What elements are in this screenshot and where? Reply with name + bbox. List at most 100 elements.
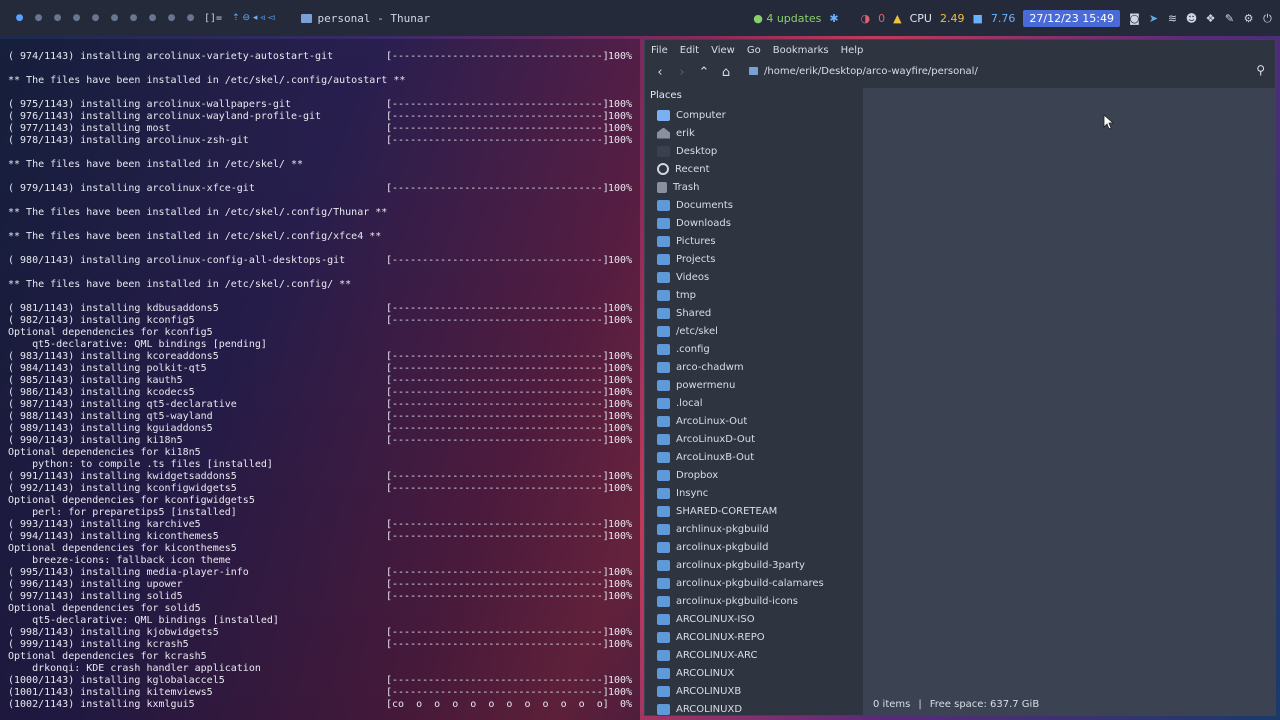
- sidebar-item-shared-coreteam[interactable]: SHARED-CORETEAM: [657, 502, 777, 520]
- sidebar-item-arcolinuxb-out[interactable]: ArcoLinuxB-Out: [657, 448, 754, 466]
- progress-bar: [-----------------------------------]: [386, 123, 609, 134]
- sidebar-item-arcolinuxd[interactable]: ARCOLINUXD: [657, 700, 742, 715]
- sidebar-item-arco-chadwm[interactable]: arco-chadwm: [657, 358, 744, 376]
- progress-percent: 100%: [608, 51, 633, 62]
- sidebar-item-desktop[interactable]: Desktop: [657, 142, 717, 160]
- folder-icon: [657, 379, 670, 391]
- sidebar-item-projects[interactable]: Projects: [657, 250, 715, 268]
- workspace-6[interactable]: ●: [105, 13, 124, 23]
- sidebar-item-arcolinux-arc[interactable]: ARCOLINUX-ARC: [657, 646, 757, 664]
- back-button[interactable]: ‹: [649, 65, 671, 80]
- sidebar-item-arcolinux-pkgbuild-calamares[interactable]: arcolinux-pkgbuild-calamares: [657, 574, 824, 592]
- home-button[interactable]: ⌂: [715, 65, 737, 80]
- sidebar-item-label: powermenu: [676, 379, 736, 391]
- telegram-icon[interactable]: ➤: [1147, 12, 1160, 25]
- progress-bar: [-----------------------------------]: [386, 531, 609, 542]
- sidebar-item-arcolinux[interactable]: ARCOLINUX: [657, 664, 734, 682]
- forward-button[interactable]: ›: [671, 65, 693, 80]
- bluetooth-icon[interactable]: ✱: [829, 12, 838, 25]
- places-sidebar: Places Computer erik Desktop Recent Trash Doc…: [645, 88, 863, 715]
- location-path[interactable]: /home/erik/Desktop/arco-wayfire/personal…: [764, 66, 978, 77]
- progress-percent: 100%: [608, 111, 633, 122]
- workspace-1[interactable]: ●: [10, 13, 29, 23]
- workspace-5[interactable]: ●: [86, 13, 105, 23]
- sidebar-item-insync[interactable]: Insync: [657, 484, 708, 502]
- sidebar-item-trash[interactable]: Trash: [657, 178, 699, 196]
- workspace-switcher[interactable]: ● ● ● ● ● ● ● ● ● ●: [10, 13, 200, 23]
- sidebar-item-downloads[interactable]: Downloads: [657, 214, 731, 232]
- menu-edit[interactable]: Edit: [680, 45, 699, 56]
- sidebar-item-pictures[interactable]: Pictures: [657, 232, 716, 250]
- terminal-line: ** The files have been installed in /etc…: [8, 159, 304, 170]
- network-icon[interactable]: ≋: [1166, 12, 1179, 25]
- power-icon[interactable]: ⏻: [1261, 12, 1274, 25]
- sidebar-item-recent[interactable]: Recent: [657, 160, 710, 178]
- menu-help[interactable]: Help: [841, 45, 864, 56]
- workspace-7[interactable]: ●: [124, 13, 143, 23]
- workspace-8[interactable]: ●: [143, 13, 162, 23]
- sidebar-item-arcolinux-pkgbuild[interactable]: arcolinux-pkgbuild: [657, 538, 768, 556]
- sidebar-item-arcolinux-iso[interactable]: ARCOLINUX-ISO: [657, 610, 755, 628]
- terminal-window[interactable]: ( 974/1143) installing arcolinux-variety…: [0, 39, 640, 720]
- screenshot-icon[interactable]: ◙: [1128, 12, 1141, 25]
- sidebar-item-arcolinuxb[interactable]: ARCOLINUXB: [657, 682, 741, 700]
- sidebar-item-arcolinux-pkgbuild-3party[interactable]: arcolinux-pkgbuild-3party: [657, 556, 805, 574]
- sidebar-item-tmp[interactable]: tmp: [657, 286, 696, 304]
- settings-icon[interactable]: ⚙: [1242, 12, 1255, 25]
- folder-icon: [657, 343, 670, 355]
- menu-file[interactable]: File: [651, 45, 668, 56]
- dropbox-icon[interactable]: ❖: [1204, 12, 1217, 25]
- sidebar-item-etc-skel[interactable]: /etc/skel: [657, 322, 718, 340]
- terminal-line: ( 995/1143) installing media-player-info: [8, 567, 249, 578]
- workspace-4[interactable]: ●: [67, 13, 86, 23]
- sidebar-item-arcolinux-repo[interactable]: ARCOLINUX-REPO: [657, 628, 765, 646]
- terminal-line: (1001/1143) installing kitemviews5: [8, 687, 213, 698]
- updates-indicator[interactable]: ● 4 updates: [753, 12, 821, 25]
- sidebar-item-dropbox[interactable]: Dropbox: [657, 466, 718, 484]
- workspace-9[interactable]: ●: [162, 13, 181, 23]
- sidebar-item-label: arcolinux-pkgbuild-calamares: [676, 577, 824, 589]
- location-bar[interactable]: /home/erik/Desktop/arco-wayfire/personal…: [749, 62, 1239, 80]
- terminal-line: ( 998/1143) installing kjobwidgets5: [8, 627, 219, 638]
- parent-folder-button[interactable]: ⌃: [693, 65, 715, 80]
- search-icon[interactable]: ⚲: [1256, 63, 1265, 77]
- clock[interactable]: 27/12/23 15:49: [1023, 9, 1120, 27]
- progress-bar: [-----------------------------------]: [386, 435, 609, 446]
- folder-icon: [657, 613, 670, 625]
- sidebar-item-arcolinuxd-out[interactable]: ArcoLinuxD-Out: [657, 430, 755, 448]
- progress-bar: [-----------------------------------]: [386, 135, 609, 146]
- sidebar-item-shared[interactable]: Shared: [657, 304, 711, 322]
- menu-view[interactable]: View: [711, 45, 735, 56]
- sidebar-item-label: .local: [676, 397, 703, 409]
- workspace-10[interactable]: ●: [181, 13, 200, 23]
- sidebar-item-arcolinux-out[interactable]: ArcoLinux-Out: [657, 412, 747, 430]
- progress-percent: 100%: [608, 627, 633, 638]
- thunar-window: File Edit View Go Bookmarks Help ‹ › ⌃ ⌂ /hom…: [644, 39, 1276, 716]
- layout-indicator[interactable]: []=: [204, 13, 222, 24]
- sidebar-item-label: .config: [676, 343, 710, 355]
- sidebar-item-erik[interactable]: erik: [657, 124, 695, 142]
- menu-bookmarks[interactable]: Bookmarks: [773, 45, 829, 56]
- progress-bar: [-----------------------------------]: [386, 579, 609, 590]
- notification-icon[interactable]: ◑: [861, 12, 871, 25]
- sidebar-item-powermenu[interactable]: powermenu: [657, 376, 735, 394]
- sidebar-item-local[interactable]: .local: [657, 394, 702, 412]
- sidebar-item-documents[interactable]: Documents: [657, 196, 733, 214]
- sidebar-item-archlinux-pkgbuild[interactable]: archlinux-pkgbuild: [657, 520, 769, 538]
- folder-icon: [657, 541, 670, 553]
- terminal-line: ( 988/1143) installing qt5-wayland: [8, 411, 213, 422]
- computer-icon: [657, 109, 670, 121]
- sidebar-item-videos[interactable]: Videos: [657, 268, 709, 286]
- menu-go[interactable]: Go: [747, 45, 761, 56]
- sidebar-item-arcolinux-pkgbuild-icons[interactable]: arcolinux-pkgbuild-icons: [657, 592, 798, 610]
- workspace-2[interactable]: ●: [29, 13, 48, 23]
- sidebar-item-config[interactable]: .config: [657, 340, 710, 358]
- progress-bar: [-----------------------------------]: [386, 303, 609, 314]
- terminal-line: ( 986/1143) installing kcodecs5: [8, 387, 195, 398]
- pen-icon[interactable]: ✎: [1223, 12, 1236, 25]
- file-view[interactable]: [863, 88, 1275, 693]
- sidebar-item-label: arcolinux-pkgbuild-3party: [676, 559, 805, 571]
- discord-icon[interactable]: ☻: [1185, 12, 1198, 25]
- sidebar-item-computer[interactable]: Computer: [657, 106, 726, 124]
- workspace-3[interactable]: ●: [48, 13, 67, 23]
